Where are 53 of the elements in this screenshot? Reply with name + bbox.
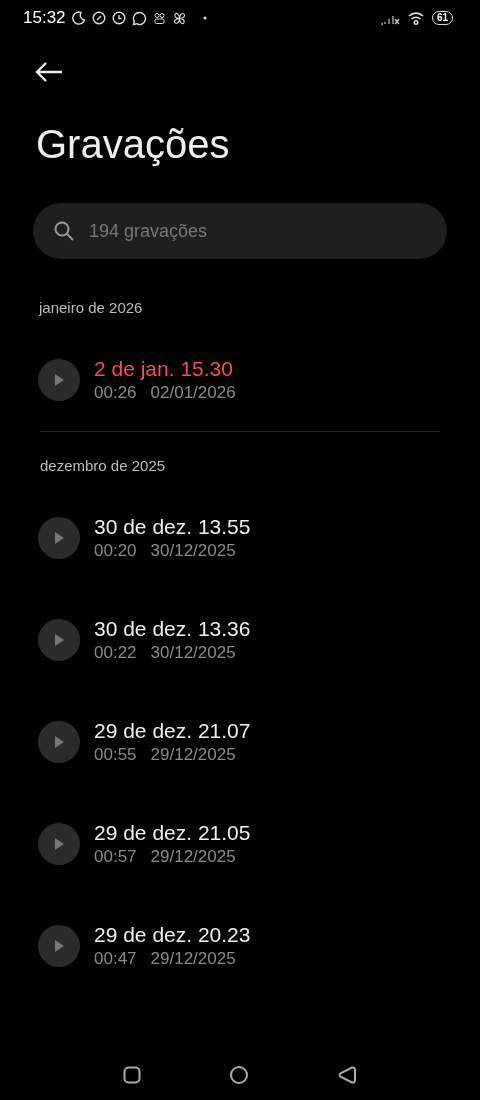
recording-duration: 00:26 bbox=[94, 382, 137, 404]
play-icon bbox=[54, 736, 64, 748]
recording-duration: 00:47 bbox=[94, 948, 137, 970]
recording-item[interactable]: 29 de dez. 21.07 00:55 29/12/2025 bbox=[38, 691, 442, 793]
recording-title: 2 de jan. 15.30 bbox=[94, 356, 234, 382]
recording-item[interactable]: 30 de dez. 13.55 00:20 30/12/2025 bbox=[38, 487, 442, 589]
wifi-icon bbox=[407, 11, 424, 25]
play-icon bbox=[54, 940, 64, 952]
play-icon bbox=[54, 532, 64, 544]
recording-item[interactable]: 2 de jan. 15.30 00:26 02/01/2026 bbox=[38, 329, 442, 431]
recording-date: 30/12/2025 bbox=[150, 642, 236, 664]
play-button[interactable] bbox=[38, 517, 80, 559]
recording-duration: 00:55 bbox=[94, 744, 137, 766]
recording-item[interactable]: 29 de dez. 20.23 00:47 29/12/2025 bbox=[38, 895, 442, 997]
recording-item[interactable]: 30 de dez. 13.36 00:22 30/12/2025 bbox=[38, 589, 442, 691]
recording-title: 30 de dez. 13.36 bbox=[94, 616, 251, 642]
recording-duration: 00:57 bbox=[94, 846, 137, 868]
section-header: dezembro de 2025 bbox=[40, 456, 167, 476]
recording-date: 02/01/2026 bbox=[150, 382, 236, 404]
recording-title: 30 de dez. 13.55 bbox=[94, 514, 251, 540]
recording-duration: 00:22 bbox=[94, 642, 137, 664]
recording-duration: 00:20 bbox=[94, 540, 137, 562]
recording-title: 29 de dez. 21.05 bbox=[94, 820, 251, 846]
back-nav-button[interactable] bbox=[337, 1065, 357, 1085]
clock-icon bbox=[111, 11, 126, 25]
recording-item[interactable]: 29 de dez. 21.05 00:57 29/12/2025 bbox=[38, 793, 442, 895]
recording-date: 29/12/2025 bbox=[150, 744, 236, 766]
play-button[interactable] bbox=[38, 925, 80, 967]
people-icon bbox=[152, 11, 166, 25]
play-button[interactable] bbox=[38, 823, 80, 865]
play-icon bbox=[54, 634, 64, 646]
fan-icon bbox=[171, 10, 187, 26]
page-title: Gravações bbox=[36, 121, 231, 168]
play-icon bbox=[54, 838, 64, 850]
home-button[interactable] bbox=[229, 1065, 249, 1085]
play-button[interactable] bbox=[38, 619, 80, 661]
recording-title: 29 de dez. 20.23 bbox=[94, 922, 251, 948]
search-field[interactable]: 194 gravações bbox=[33, 203, 447, 259]
dot-icon bbox=[202, 16, 207, 20]
moon-icon bbox=[71, 11, 86, 25]
play-icon bbox=[54, 374, 64, 386]
play-button[interactable] bbox=[38, 721, 80, 763]
recording-date: 30/12/2025 bbox=[150, 540, 236, 562]
recents-button[interactable] bbox=[123, 1066, 141, 1084]
section-header: janeiro de 2026 bbox=[39, 298, 144, 318]
status-time: 15:32 bbox=[23, 7, 66, 30]
compass-icon bbox=[91, 11, 106, 25]
play-button[interactable] bbox=[38, 359, 80, 401]
recording-date: 29/12/2025 bbox=[150, 846, 236, 868]
recording-date: 29/12/2025 bbox=[150, 948, 236, 970]
search-icon bbox=[53, 220, 75, 242]
recording-title: 29 de dez. 21.07 bbox=[94, 718, 251, 744]
chat-icon bbox=[131, 10, 147, 26]
